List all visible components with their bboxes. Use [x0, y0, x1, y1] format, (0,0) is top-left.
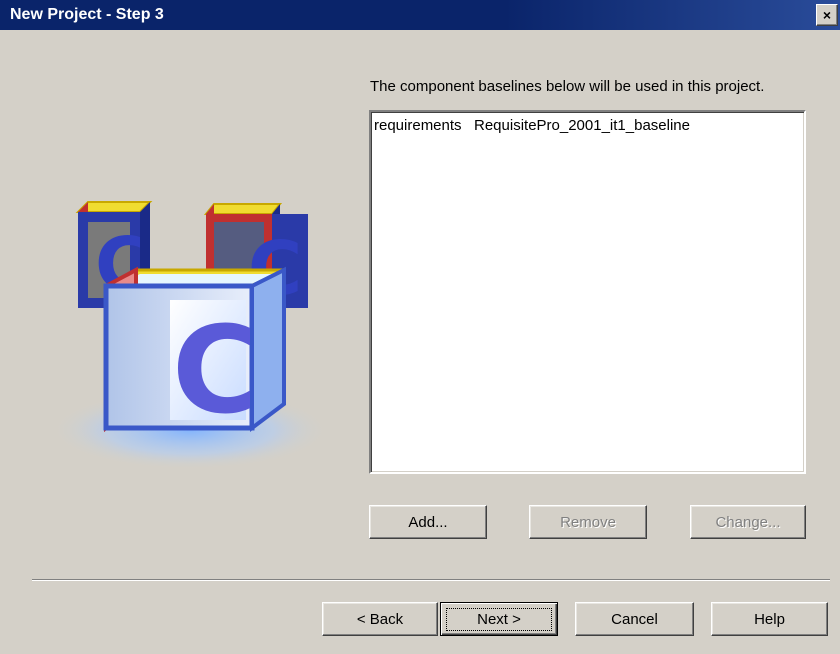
separator: [32, 579, 830, 581]
next-button[interactable]: Next >: [440, 602, 558, 636]
close-icon: ×: [822, 7, 832, 23]
focus-ring: Next >: [446, 607, 552, 631]
add-button[interactable]: Add...: [369, 505, 487, 539]
description-text: The component baselines below will be us…: [370, 78, 765, 95]
title-bar[interactable]: New Project - Step 3 ×: [0, 0, 840, 30]
baseline-name: RequisitePro_2001_it1_baseline: [474, 117, 690, 134]
close-button[interactable]: ×: [816, 4, 838, 26]
baselines-listbox[interactable]: requirements RequisitePro_2001_it1_basel…: [369, 110, 806, 474]
component-name: requirements: [374, 117, 462, 134]
block-front: C: [103, 266, 286, 441]
cancel-button[interactable]: Cancel: [575, 602, 694, 636]
list-item[interactable]: requirements RequisitePro_2001_it1_basel…: [374, 117, 801, 135]
window-title: New Project - Step 3: [10, 6, 164, 23]
remove-button[interactable]: Remove: [529, 505, 647, 539]
alphabet-blocks-icon: C C C: [50, 201, 330, 470]
back-button[interactable]: < Back: [322, 602, 438, 636]
block-letter: C: [172, 302, 260, 441]
change-button[interactable]: Change...: [690, 505, 806, 539]
help-button[interactable]: Help: [711, 602, 828, 636]
